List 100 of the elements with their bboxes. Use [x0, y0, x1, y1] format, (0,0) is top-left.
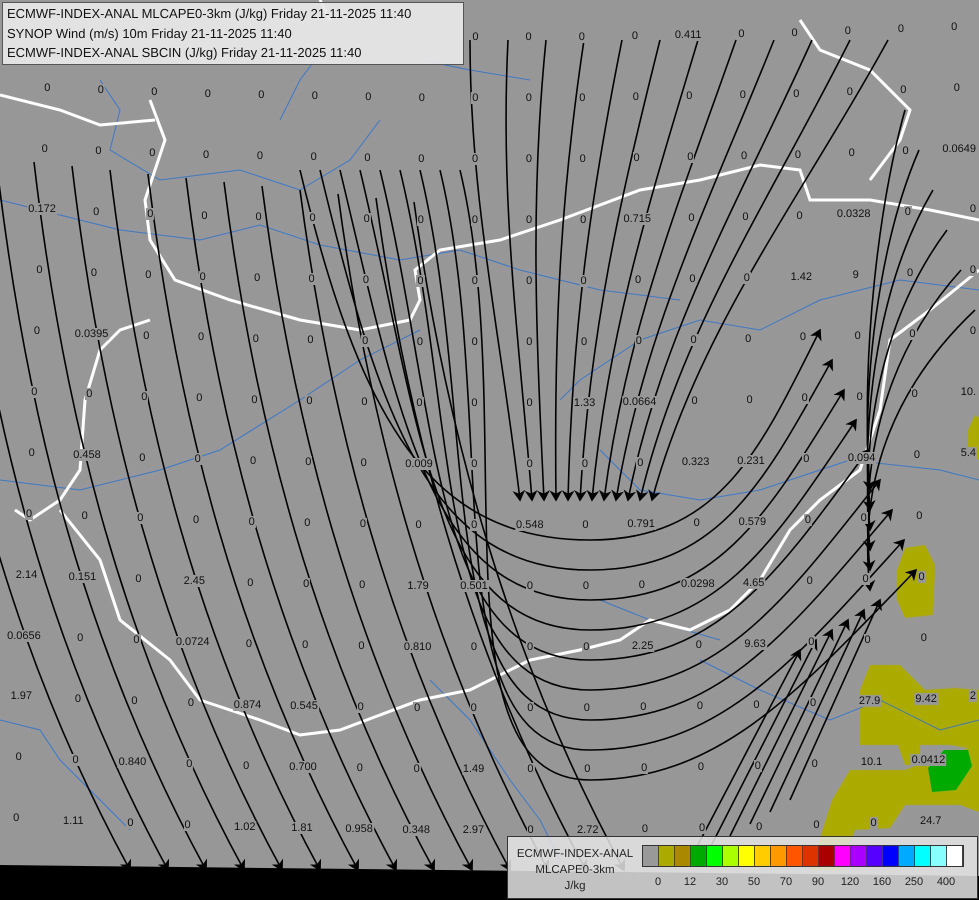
grid-value: 0	[526, 762, 534, 775]
grid-value: 0	[755, 820, 764, 833]
grid-value: 0	[740, 150, 748, 162]
grid-value: 0	[812, 819, 820, 832]
grid-value: 0	[362, 213, 371, 226]
grid-value: 0	[807, 636, 816, 648]
grid-value: 0	[470, 396, 479, 409]
grid-value: 0	[416, 274, 424, 287]
grid-value: 0	[630, 30, 640, 42]
grid-value: 0	[634, 335, 643, 348]
grid-value: 0.715	[622, 213, 652, 226]
grid-value: 0	[76, 632, 84, 644]
grid-value: 0	[196, 331, 206, 344]
grid-value: 0	[742, 272, 751, 284]
grid-value: 0	[526, 824, 535, 836]
grid-value: 0	[470, 274, 479, 287]
grid-value: 0	[470, 640, 478, 653]
grid-value: 0	[968, 203, 977, 216]
grid-value: 0	[310, 151, 318, 164]
title-line: ECMWF-INDEX-ANAL SBCIN (J/kg) Friday 21-11-2025 11:40	[7, 44, 362, 62]
grid-value: 0	[582, 640, 590, 653]
grid-value: 0	[525, 396, 534, 409]
grid-value: 0	[806, 575, 814, 588]
grid-value: 0	[130, 695, 138, 708]
grid-value: 0.545	[289, 700, 319, 712]
grid-value: 0	[638, 579, 646, 592]
grid-value: 0	[864, 634, 872, 646]
grid-value: 0	[526, 640, 534, 653]
grid-value: 0	[634, 274, 642, 286]
grid-value: 0.411	[674, 29, 703, 42]
grid-value: 0	[632, 152, 641, 164]
grid-value: 0	[418, 92, 426, 104]
grid-value: 0	[414, 518, 423, 531]
grid-value: 0.348	[401, 824, 432, 836]
grid-value: 0.0649	[941, 142, 977, 155]
grid-value: 0	[696, 761, 706, 774]
grid-value: 0	[244, 638, 253, 650]
grid-value: 0	[689, 334, 698, 346]
grid-value: 0	[256, 150, 264, 162]
grid-value: 0	[698, 822, 706, 834]
grid-value: 0	[737, 28, 746, 40]
grid-value: 0	[416, 214, 425, 226]
grid-value: 2.14	[14, 568, 38, 581]
grid-value: 0	[746, 394, 754, 406]
grid-value: 0.458	[72, 449, 102, 462]
grid-value: 0	[417, 152, 426, 165]
grid-value: 0	[524, 214, 534, 226]
grid-value: 0	[912, 449, 922, 462]
grid-value: 0.0395	[74, 328, 110, 340]
grid-value: 0	[250, 394, 258, 406]
legend-tick-label: 12	[682, 875, 698, 889]
grid-value: 1.42	[790, 270, 813, 283]
grid-value: 0	[854, 330, 862, 342]
grid-value: 0	[640, 822, 649, 835]
grid-value: 0	[470, 214, 479, 226]
grid-value: 0	[525, 336, 534, 348]
grid-value: 0.0328	[836, 208, 872, 220]
grid-value: 0	[186, 697, 196, 710]
grid-value: 9.42	[914, 693, 938, 705]
grid-value: 9.63	[743, 638, 767, 650]
grid-value: 1.81	[290, 822, 314, 834]
grid-value: 0	[362, 274, 370, 286]
grid-value: 0	[582, 702, 591, 714]
grid-value: 0	[846, 86, 854, 98]
grid-value: 10.	[960, 386, 977, 398]
grid-value: 0	[578, 152, 587, 165]
grid-value: 0	[204, 88, 212, 100]
grid-value: 0	[526, 458, 534, 470]
grid-value: 0	[470, 458, 478, 470]
grid-value: 0.172	[27, 203, 57, 216]
grid-value: 0	[85, 388, 94, 400]
grid-value: 0	[202, 148, 210, 161]
grid-value: 1.97	[10, 690, 34, 702]
grid-value: 0	[471, 152, 480, 165]
grid-value: 0	[126, 817, 135, 830]
grid-value: 0	[356, 701, 365, 713]
grid-value: 0	[579, 214, 588, 226]
grid-value: 0.548	[515, 518, 545, 531]
legend-title: MLCAPE0-3km	[535, 863, 615, 878]
title-line: SYNOP Wind (m/s) 10m Friday 21-11-2025 11:40	[7, 24, 293, 43]
grid-value: 0.0724	[174, 636, 210, 648]
grid-value: 0.579	[738, 516, 768, 528]
grid-value: 0	[639, 701, 648, 713]
grid-value: 0	[254, 211, 263, 224]
grid-value: 0	[248, 454, 258, 467]
grid-value: 0	[30, 386, 38, 398]
legend-unit: J/kg	[564, 879, 586, 894]
grid-value: 0	[904, 206, 912, 218]
grid-value: 0	[860, 512, 868, 524]
grid-value: 0	[200, 210, 208, 222]
grid-value: 0.874	[232, 698, 262, 711]
grid-value: 0	[185, 758, 194, 770]
grid-value: 0	[195, 392, 204, 404]
grid-value: 0	[142, 330, 150, 342]
grid-value: 0.810	[402, 640, 432, 653]
grid-value: 0	[685, 90, 694, 102]
grid-value: 0	[952, 82, 961, 94]
grid-value: 0	[360, 396, 368, 408]
grid-value: 0	[696, 700, 704, 712]
grid-value: 0	[908, 328, 916, 340]
